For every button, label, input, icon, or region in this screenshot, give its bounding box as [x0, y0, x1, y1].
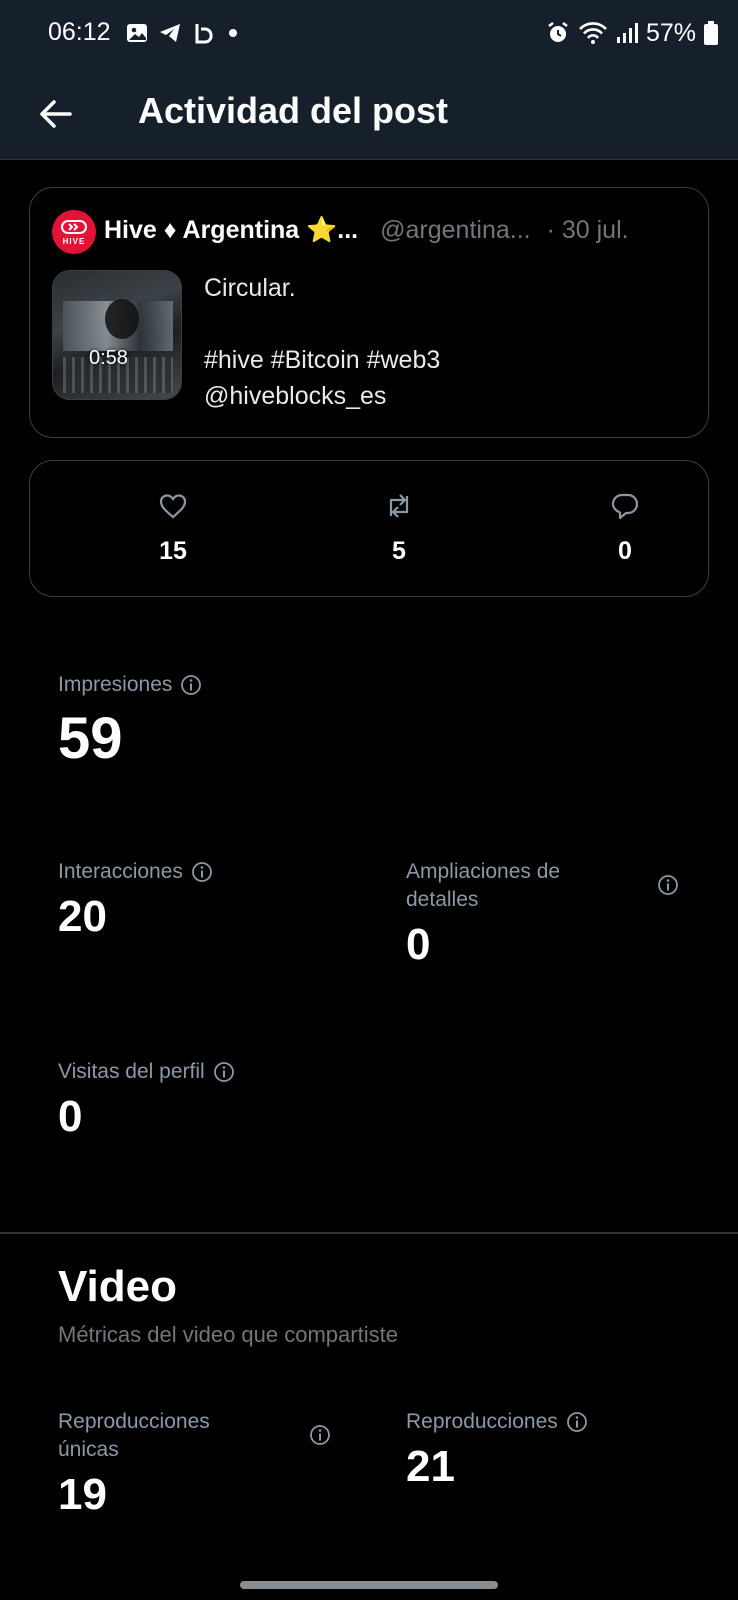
- interactions-value: 20: [58, 892, 107, 941]
- info-icon[interactable]: [180, 674, 202, 696]
- impressions-value: 59: [58, 706, 123, 771]
- info-icon[interactable]: [566, 1411, 588, 1433]
- status-notifications: [126, 18, 240, 48]
- plays-label: Reproducciones: [406, 1410, 558, 1433]
- signal-icon: [616, 23, 638, 43]
- page-title: Actividad del post: [138, 90, 449, 131]
- plays-metric: Reproducciones 21: [406, 1408, 706, 1492]
- profile-visits-value: 0: [58, 1092, 83, 1141]
- engagement-card: 15 5 0: [29, 460, 709, 597]
- home-handle[interactable]: [240, 1581, 498, 1589]
- replies-count: 0: [618, 537, 632, 565]
- unique-plays-metric: Reproducciones únicas 19: [58, 1408, 358, 1520]
- post-date: · 30 jul.: [546, 215, 629, 244]
- alarm-icon: [548, 22, 568, 42]
- video-section-title: Video: [58, 1262, 178, 1311]
- video-section-subtitle: Métricas del video que compartiste: [58, 1322, 398, 1347]
- info-icon[interactable]: [657, 874, 679, 896]
- back-button[interactable]: [30, 88, 82, 140]
- post-text: Circular. #hive #Bitcoin #web3 @hivebloc…: [204, 270, 694, 414]
- profile-visits-label-row: Visitas del perfil: [58, 1058, 378, 1086]
- post-author-handle: @argentina...: [380, 215, 531, 244]
- post-text-line: [204, 306, 694, 342]
- repost-icon: [389, 494, 409, 518]
- video-thumbnail[interactable]: 0:58: [52, 270, 182, 400]
- unique-plays-value: 19: [58, 1470, 107, 1519]
- post-text-line: #hive #Bitcoin #web3: [204, 346, 441, 374]
- impressions-label-row: Impresiones: [58, 671, 358, 699]
- app-icon: [195, 24, 213, 44]
- interactions-metric: Interacciones 20: [58, 858, 358, 942]
- reposts-stat: 5: [339, 491, 459, 571]
- avatar-text: HIVE: [62, 237, 86, 246]
- info-icon[interactable]: [213, 1061, 235, 1083]
- profile-visits-label: Visitas del perfil: [58, 1060, 205, 1083]
- section-divider: [0, 1232, 738, 1234]
- avatar[interactable]: HIVE: [52, 210, 96, 254]
- info-icon[interactable]: [309, 1424, 331, 1446]
- plays-value: 21: [406, 1442, 455, 1491]
- video-duration: 0:58: [89, 347, 128, 369]
- heart-icon: [159, 494, 187, 519]
- telegram-icon: [160, 24, 180, 42]
- info-icon[interactable]: [191, 861, 213, 883]
- impressions-label: Impresiones: [58, 673, 173, 696]
- reposts-count: 5: [392, 537, 406, 565]
- thumbnail-figure: [105, 299, 139, 339]
- likes-stat: 15: [113, 491, 233, 571]
- likes-count: 15: [159, 537, 187, 565]
- replies-stat: 0: [565, 491, 685, 571]
- image-icon: [127, 24, 147, 42]
- status-time: 06:12: [48, 18, 111, 46]
- reply-bubble-icon: [611, 493, 639, 520]
- arrow-left-icon: [40, 100, 72, 128]
- post-text-line: @hiveblocks_es: [204, 382, 387, 410]
- plays-label-row: Reproducciones: [406, 1408, 706, 1436]
- battery-percent: 57%: [645, 18, 696, 47]
- profile-visits-metric: Visitas del perfil 0: [58, 1058, 378, 1142]
- dot-icon: [229, 29, 237, 37]
- post-header: Hive ♦ Argentina ⭐... @argentina... · 30…: [104, 212, 704, 248]
- hive-logo-icon: [61, 220, 87, 234]
- battery-icon: [704, 21, 718, 45]
- interactions-label: Interacciones: [58, 860, 183, 883]
- app-bar: Actividad del post: [0, 68, 738, 160]
- detail-expands-metric: Ampliaciones de detalles 0: [406, 858, 706, 970]
- interactions-label-row: Interacciones: [58, 858, 358, 886]
- wifi-icon: [579, 22, 607, 44]
- impressions-metric: Impresiones 59: [58, 671, 358, 772]
- post-card[interactable]: HIVE Hive ♦ Argentina ⭐... @argentina...…: [29, 187, 709, 438]
- status-bar: 06:12 57%: [0, 0, 738, 68]
- post-author-name: Hive ♦ Argentina ⭐...: [104, 215, 359, 244]
- detail-expands-value: 0: [406, 920, 431, 969]
- post-text-line: Circular.: [204, 274, 296, 302]
- status-right: 57%: [546, 18, 718, 48]
- gesture-nav-bar: [0, 1572, 738, 1600]
